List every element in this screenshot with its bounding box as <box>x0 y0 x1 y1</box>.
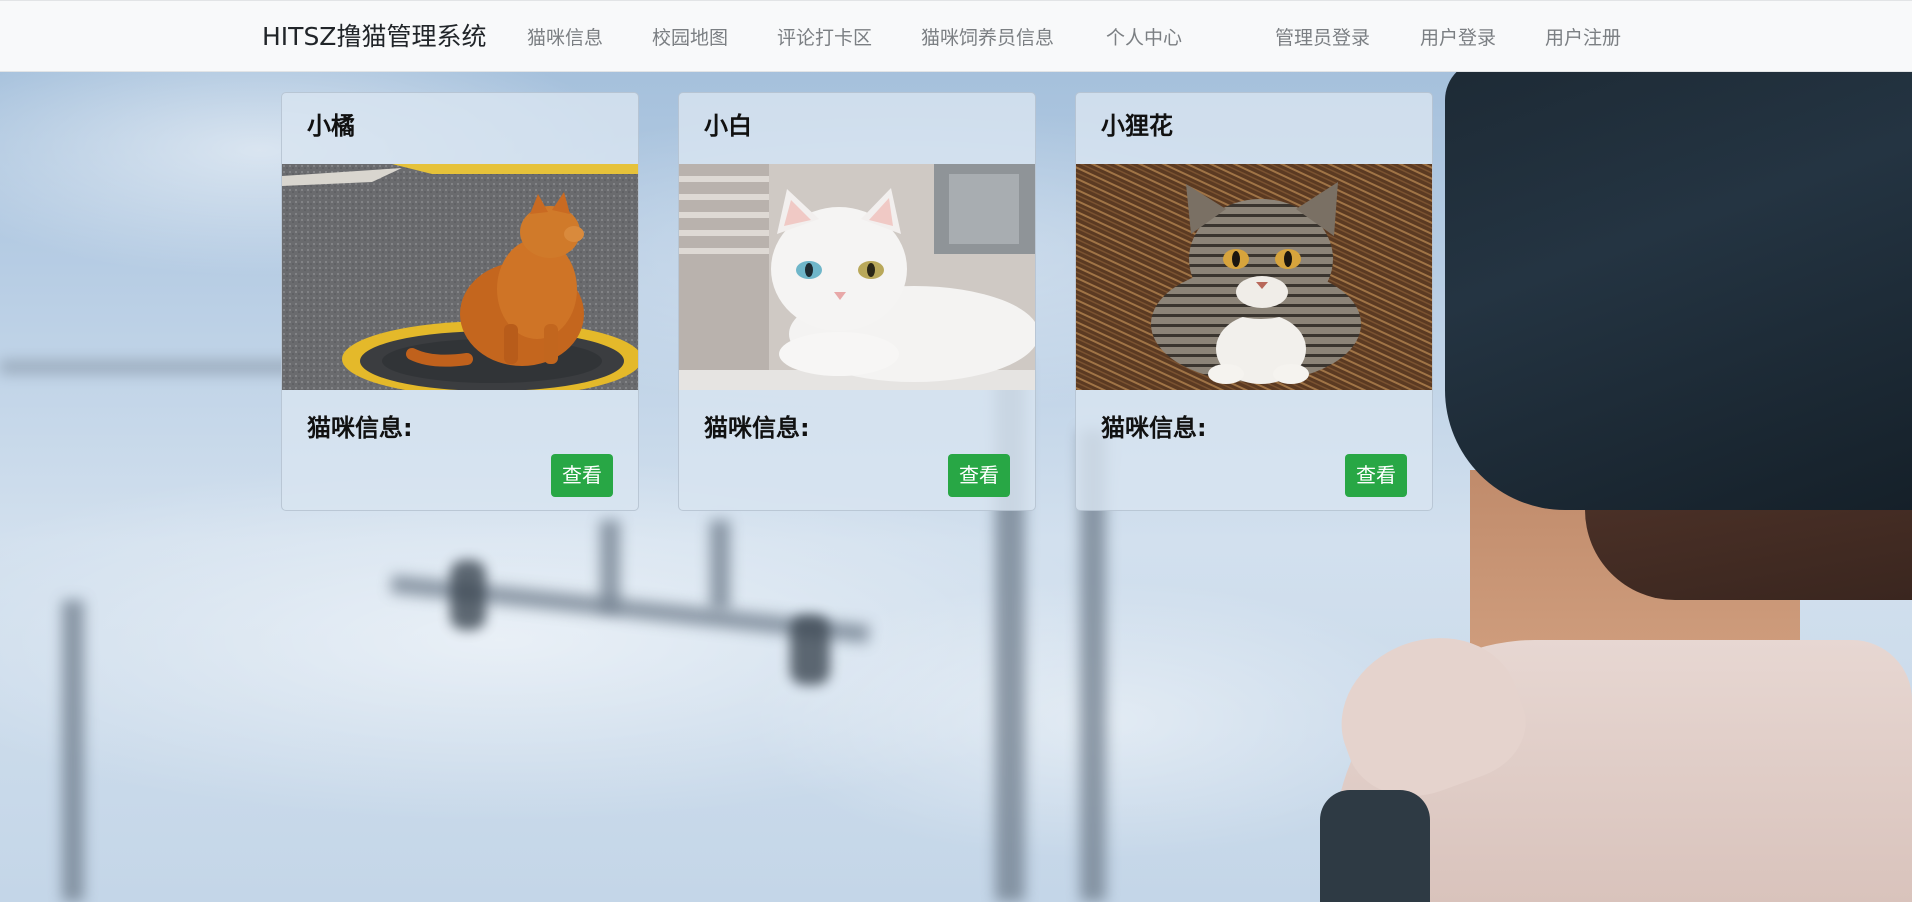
cat-name: 小狸花 <box>1101 112 1173 140</box>
nav-admin-login[interactable]: 管理员登录 <box>1275 25 1370 51</box>
cat-info-label: 猫咪信息: <box>1101 414 1207 442</box>
nav-user-login[interactable]: 用户登录 <box>1420 25 1496 51</box>
nav-campus-map[interactable]: 校园地图 <box>652 25 728 51</box>
view-button[interactable]: 查看 <box>948 454 1010 497</box>
view-button[interactable]: 查看 <box>1345 454 1407 497</box>
nav-cat-info[interactable]: 猫咪信息 <box>527 25 603 51</box>
nav-user-register[interactable]: 用户注册 <box>1545 25 1621 51</box>
cat-photo-white <box>679 164 1035 390</box>
cat-card: 小白 猫咪信息: 查看 <box>678 92 1036 511</box>
nav-feeder-info[interactable]: 猫咪饲养员信息 <box>921 25 1054 51</box>
cat-card: 小狸花 猫咪信息: 查看 <box>1075 92 1433 511</box>
view-button[interactable]: 查看 <box>551 454 613 497</box>
cat-info-label: 猫咪信息: <box>704 414 810 442</box>
top-navbar: HITSZ撸猫管理系统 猫咪信息 校园地图 评论打卡区 猫咪饲养员信息 个人中心… <box>0 0 1912 72</box>
cat-photo-orange <box>282 164 638 390</box>
cat-name: 小白 <box>704 112 752 140</box>
cat-photo-tabby <box>1076 164 1432 390</box>
nav-personal-center[interactable]: 个人中心 <box>1106 25 1182 51</box>
cat-info-label: 猫咪信息: <box>307 414 413 442</box>
brand-logo-text[interactable]: HITSZ撸猫管理系统 <box>262 21 486 53</box>
nav-comment-checkin[interactable]: 评论打卡区 <box>777 25 872 51</box>
cat-card: 小橘 猫咪信息: 查看 <box>281 92 639 511</box>
cat-name: 小橘 <box>307 112 355 140</box>
